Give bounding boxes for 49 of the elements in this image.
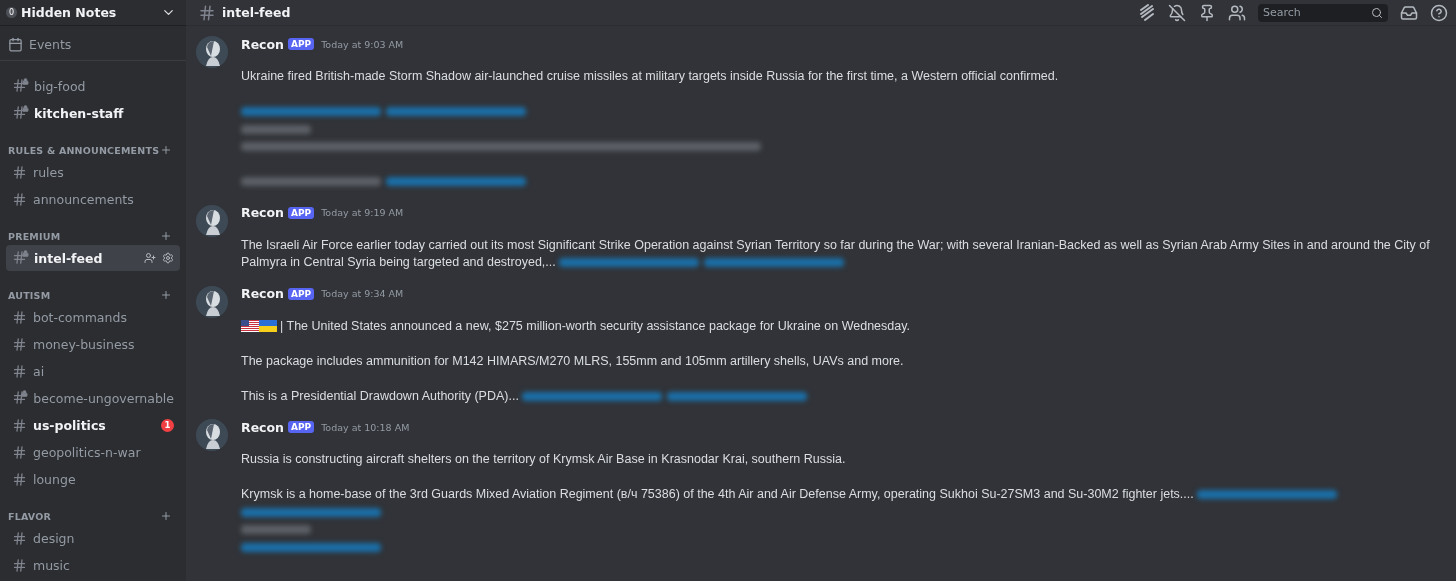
app-tag: APP [288,206,315,219]
message-text: Russia is constructing aircraft shelters on the territory of Krymsk Air Base in Krasnodar Krai, southern Russia. [241,452,846,466]
timestamp: Today at 9:34 AM [321,288,404,299]
message-text: The Israeli Air Force earlier today carried out its most Significant Strike Operation against Syrian Territory so far during the War; with several Iranian-Backed as well as Syrian Arab Army Sites in and around the City of [241,237,1430,252]
author-name[interactable]: Recon [241,286,284,301]
channel-item[interactable]: design [6,525,180,551]
channel-item[interactable]: kitchen-staff [6,100,180,126]
channel-item[interactable]: bot-commands [6,304,180,330]
channel-item[interactable]: rules [6,159,180,185]
channel-item[interactable]: lounge [6,466,180,492]
channel-item[interactable]: music [6,552,180,578]
message-text: Ukraine fired British-made Storm Shadow air-launched cruise missiles at military targets inside Russia for the first time, a Western official confirmed. [241,69,1059,83]
message-text: This is a Presidential Drawdown Authority (PDA)... [241,388,519,403]
author-name[interactable]: Recon [241,419,284,435]
category-header[interactable]: RULES & ANNOUNCEMENTS [6,141,180,159]
category-header[interactable]: FLAVOR [6,507,180,525]
channel-item[interactable]: intel-feed [6,245,180,271]
message-text: The package includes ammunition for M142 HIMARS/M270 MLRS, 155mm and 105mm artillery shells, UAVs and more. [241,353,904,368]
mention-badge: 1 [161,418,174,432]
category-name: PREMIUM [8,230,62,242]
channel-item[interactable]: announcements [6,186,180,212]
events-item[interactable]: Events [0,30,186,61]
timestamp: Today at 9:03 AM [321,38,404,50]
category-header[interactable]: AUTISM [6,286,180,304]
boost-badge: 0 [6,7,17,18]
app-tag: APP [288,421,315,433]
search-field[interactable]: Search [1258,3,1388,22]
category-name: AUTISM [8,289,52,301]
channel-item[interactable]: become-ungovernable [6,385,180,411]
channel-item[interactable]: geopolitics-n-war [6,439,180,465]
channel-item[interactable]: ai [6,358,180,384]
category-header[interactable]: PREMIUM [6,227,180,245]
channel-item[interactable]: big-food [6,73,180,99]
category-name: RULES & ANNOUNCEMENTS [8,144,160,156]
server-name: Hidden Notes [21,5,118,20]
channel-title: intel-feed [222,5,292,20]
timestamp: Today at 10:18 AM [321,421,410,433]
timestamp: Today at 9:19 AM [321,207,404,218]
message-text: | The United States announced a new, $275 million-worth security assistance package for Ukraine on Wednesday. [280,318,910,333]
channel-item[interactable]: us-politics 1 [6,412,180,438]
message-text: Palmyra in Central Syria being targeted and destroyed,... [241,255,556,269]
category-name: FLAVOR [8,510,53,522]
author-name[interactable]: Recon [241,36,284,52]
channel-item[interactable]: money-business [6,331,180,357]
app-tag: APP [288,38,315,50]
app-tag: APP [288,287,315,300]
author-name[interactable]: Recon [241,205,284,220]
server-header[interactable]: 0 Hidden Notes [0,0,186,26]
message-text: Krymsk is a home-base of the 3rd Guards Mixed Aviation Regiment (в/ч 75386) of the 4th Air and Air Defense Army, operating Sukhoi Su-27SM3 and Su-30M2 fighter jets.... [241,487,1194,501]
